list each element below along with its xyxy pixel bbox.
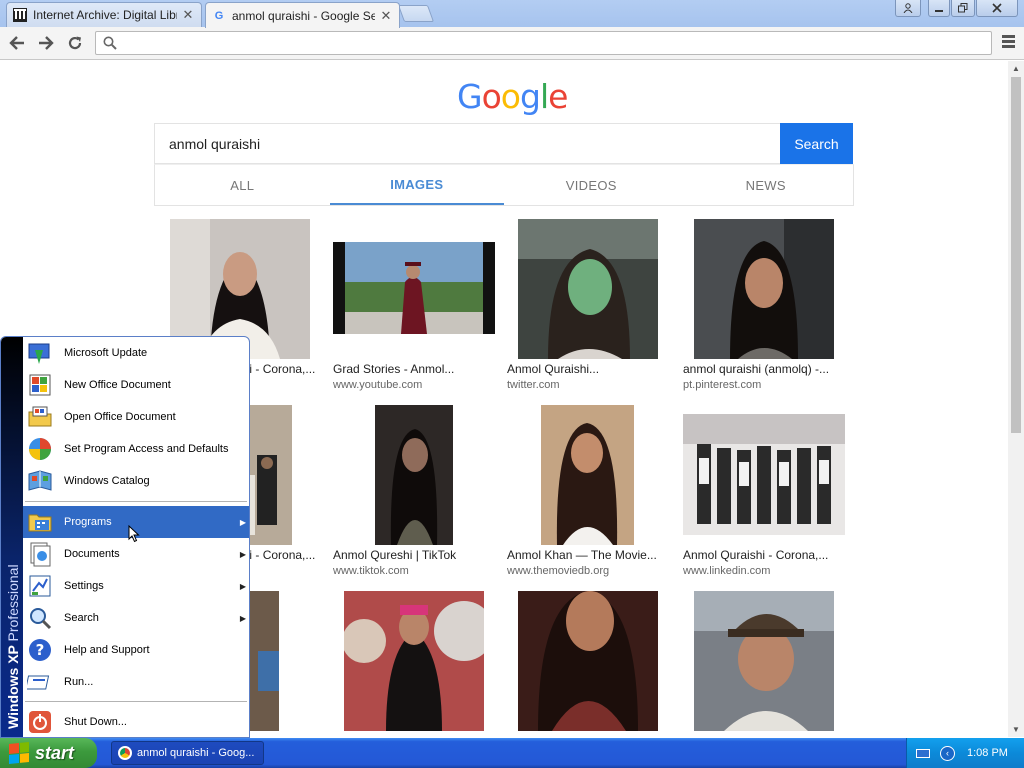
- settings-icon: [29, 575, 51, 597]
- open-office-document-icon: [28, 406, 52, 427]
- tab-internet-archive[interactable]: Internet Archive: Digital Librar ✕: [6, 2, 202, 27]
- clock[interactable]: 1:08 PM: [967, 747, 1008, 759]
- result-thumbnail[interactable]: [333, 242, 495, 334]
- menu-item-microsoft-update[interactable]: Microsoft Update: [23, 337, 249, 369]
- google-logo: Google: [457, 77, 568, 116]
- new-tab-button[interactable]: [397, 5, 435, 22]
- close-icon[interactable]: ✕: [181, 7, 195, 23]
- menu-item-search[interactable]: Search ▶: [23, 602, 249, 634]
- close-window-button[interactable]: [976, 0, 1018, 17]
- mouse-cursor-icon: [128, 525, 140, 543]
- forward-arrow-icon: [39, 36, 54, 50]
- result-thumbnail[interactable]: [541, 405, 634, 545]
- keyboard-icon[interactable]: [916, 748, 930, 758]
- windows-update-icon: [28, 343, 50, 364]
- menu-item-new-office-document[interactable]: New Office Document: [23, 369, 249, 401]
- google-icon: G: [214, 9, 224, 22]
- back-button[interactable]: [5, 32, 29, 54]
- menu-separator: [25, 501, 247, 502]
- reload-button[interactable]: [63, 32, 87, 54]
- submenu-arrow-icon: ▶: [239, 517, 246, 527]
- tab-title: anmol quraishi - Google Sear: [232, 8, 375, 23]
- shutdown-icon: [29, 711, 51, 733]
- scroll-down-icon[interactable]: ▼: [1012, 725, 1020, 734]
- start-menu-banner: Windows XP Professional: [1, 337, 23, 737]
- system-tray: ‹ 1:08 PM: [906, 738, 1024, 768]
- search-query: anmol quraishi: [169, 136, 261, 152]
- back-arrow-icon: [9, 36, 24, 50]
- result-thumbnail[interactable]: [344, 591, 484, 731]
- result-thumbnail[interactable]: [518, 219, 658, 359]
- menu-item-set-program-access[interactable]: Set Program Access and Defaults: [23, 433, 249, 465]
- windows-catalog-icon: [28, 470, 52, 491]
- result-thumbnail[interactable]: [683, 414, 845, 535]
- address-bar[interactable]: [95, 31, 992, 55]
- forward-button[interactable]: [34, 32, 58, 54]
- chevron-left-icon[interactable]: ‹: [940, 745, 955, 761]
- result-thumbnail[interactable]: [518, 591, 658, 731]
- start-button[interactable]: start: [0, 738, 97, 768]
- search-button[interactable]: Search: [780, 123, 853, 164]
- new-office-document-icon: [29, 374, 51, 396]
- reload-icon: [68, 36, 82, 50]
- taskbar: start anmol quraishi - Goog... ‹ 1:08 PM: [0, 738, 1024, 768]
- search-input[interactable]: anmol quraishi: [154, 123, 780, 164]
- submenu-arrow-icon: ▶: [239, 549, 246, 559]
- svg-text:?: ?: [36, 641, 45, 659]
- menu-item-settings[interactable]: Settings ▶: [23, 570, 249, 602]
- windows-logo-icon: [9, 741, 29, 765]
- close-icon[interactable]: ✕: [379, 8, 393, 24]
- result-thumbnail[interactable]: [375, 405, 453, 545]
- tab-videos[interactable]: VIDEOS: [504, 165, 679, 205]
- result-thumbnail[interactable]: [694, 219, 834, 359]
- scrollbar-thumb[interactable]: [1011, 77, 1021, 433]
- start-menu: Windows XP Professional Microsoft Update…: [0, 336, 250, 738]
- minimize-button[interactable]: [928, 0, 950, 17]
- search-type-tabs: ALL IMAGES VIDEOS NEWS: [154, 164, 854, 206]
- result-thumbnail[interactable]: [248, 591, 279, 731]
- browser-toolbar: [0, 27, 1024, 60]
- archive-icon: [13, 8, 27, 22]
- search-icon: [103, 36, 117, 50]
- hamburger-menu-icon[interactable]: [998, 33, 1018, 53]
- submenu-arrow-icon: ▶: [239, 581, 246, 591]
- menu-item-open-office-document[interactable]: Open Office Document: [23, 401, 249, 433]
- taskbar-item-chrome[interactable]: anmol quraishi - Goog...: [111, 741, 264, 765]
- help-icon: ?: [29, 639, 51, 661]
- program-defaults-icon: [29, 438, 51, 460]
- tab-google-search[interactable]: G anmol quraishi - Google Sear ✕: [205, 2, 400, 28]
- search-icon: [30, 608, 52, 630]
- menu-item-help-and-support[interactable]: ? Help and Support: [23, 634, 249, 666]
- tab-all[interactable]: ALL: [155, 165, 330, 205]
- page-scrollbar[interactable]: ▲ ▼: [1008, 61, 1024, 737]
- tab-images[interactable]: IMAGES: [329, 165, 504, 205]
- submenu-arrow-icon: ▶: [239, 613, 246, 623]
- result-thumbnail[interactable]: [694, 591, 834, 731]
- programs-folder-icon: [28, 514, 52, 532]
- documents-icon: [30, 542, 51, 567]
- browser-tab-strip: Internet Archive: Digital Librar ✕ G anm…: [0, 0, 1024, 28]
- user-profile-icon[interactable]: [895, 0, 921, 17]
- menu-separator: [25, 701, 247, 702]
- tab-news[interactable]: NEWS: [679, 165, 854, 205]
- scroll-up-icon[interactable]: ▲: [1012, 64, 1020, 73]
- menu-item-shut-down[interactable]: Shut Down...: [23, 706, 249, 737]
- chrome-icon: [118, 746, 132, 760]
- tab-title: Internet Archive: Digital Librar: [33, 8, 177, 22]
- run-icon: [27, 675, 50, 690]
- menu-item-windows-catalog[interactable]: Windows Catalog: [23, 465, 249, 497]
- restore-button[interactable]: [951, 0, 975, 17]
- menu-item-run[interactable]: Run...: [23, 666, 249, 698]
